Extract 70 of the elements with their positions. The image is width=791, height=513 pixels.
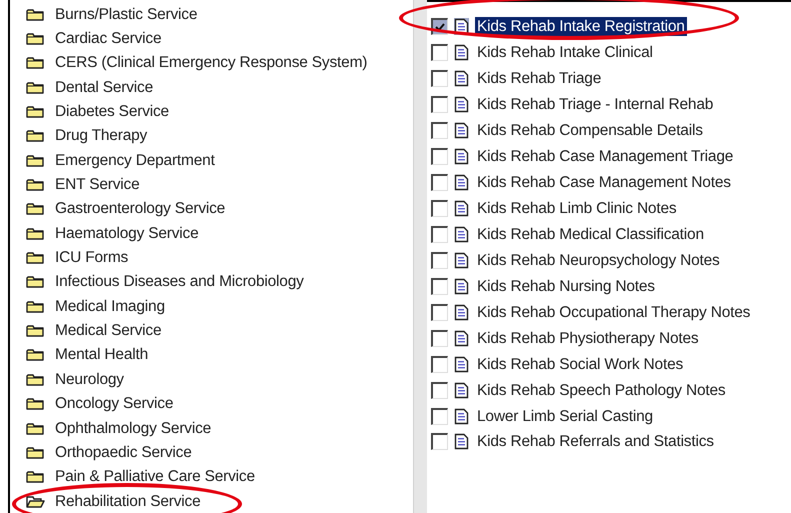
- checkbox[interactable]: [431, 70, 448, 88]
- checkbox[interactable]: [431, 226, 448, 243]
- folder-item[interactable]: Ophthalmology Service: [55, 418, 212, 438]
- form-item[interactable]: Kids Rehab Triage - Internal Rehab: [475, 95, 716, 114]
- checkbox[interactable]: [431, 304, 448, 321]
- checkbox[interactable]: [431, 433, 448, 450]
- document-icon: [454, 304, 469, 321]
- document-icon: [454, 200, 469, 218]
- checkbox[interactable]: [431, 174, 448, 192]
- checkbox[interactable]: [431, 252, 448, 269]
- folder-item[interactable]: Pain & Palliative Care Service: [55, 467, 255, 486]
- folder-item[interactable]: Medical Service: [55, 321, 162, 340]
- checkbox[interactable]: [431, 122, 448, 140]
- form-item[interactable]: Kids Rehab Compensable Details: [475, 121, 705, 140]
- document-icon: [454, 70, 469, 88]
- folder-item[interactable]: Infectious Diseases and Microbiology: [55, 272, 304, 292]
- folder-item[interactable]: Oncology Service: [55, 394, 174, 414]
- document-icon: [454, 408, 469, 425]
- folder-item[interactable]: Diabetes Service: [55, 102, 169, 122]
- checkbox[interactable]: [431, 278, 448, 295]
- checkbox[interactable]: [431, 96, 448, 114]
- checkbox[interactable]: [431, 200, 448, 218]
- folder-item[interactable]: Orthopaedic Service: [55, 442, 192, 462]
- folder-item[interactable]: Medical Imaging: [55, 296, 165, 316]
- form-item[interactable]: Kids Rehab Medical Classification: [475, 224, 706, 244]
- form-item[interactable]: Kids Rehab Speech Pathology Notes: [475, 380, 728, 400]
- folder-item[interactable]: CERS (Clinical Emergency Response System): [55, 53, 368, 72]
- document-icon: [454, 226, 469, 243]
- form-item[interactable]: Kids Rehab Social Work Notes: [475, 354, 686, 374]
- checkbox[interactable]: [431, 408, 448, 425]
- form-item[interactable]: Kids Rehab Case Management Triage: [475, 147, 736, 166]
- document-icon: [454, 330, 469, 347]
- folder-item[interactable]: ENT Service: [55, 175, 140, 194]
- folder-item[interactable]: Mental Health: [55, 345, 148, 364]
- form-item[interactable]: Kids Rehab Intake Registration: [475, 17, 687, 36]
- form-item[interactable]: Kids Rehab Limb Clinic Notes: [475, 199, 678, 218]
- folder-item[interactable]: Cardiac Service: [55, 29, 162, 48]
- document-icon: [454, 148, 469, 166]
- form-item[interactable]: Kids Rehab Case Management Notes: [475, 173, 733, 192]
- document-icon: [454, 356, 469, 373]
- form-item[interactable]: Lower Limb Serial Casting: [475, 406, 655, 426]
- form-item[interactable]: Kids Rehab Physiotherapy Notes: [475, 328, 700, 348]
- checkbox[interactable]: [431, 44, 448, 62]
- checkbox[interactable]: [431, 382, 448, 399]
- folder-item[interactable]: Rehabilitation Service: [55, 492, 201, 511]
- folder-item[interactable]: Gastroenterology Service: [55, 199, 226, 218]
- document-icon: [454, 122, 469, 140]
- document-icon: [454, 174, 469, 192]
- form-item[interactable]: Kids Rehab Nursing Notes: [475, 276, 657, 296]
- form-item[interactable]: Kids Rehab Intake Clinical: [475, 43, 655, 62]
- document-icon: [454, 252, 469, 269]
- form-item[interactable]: Kids Rehab Neuropsychology Notes: [475, 250, 722, 270]
- folder-item[interactable]: Neurology: [55, 370, 124, 389]
- folder-item[interactable]: Dental Service: [55, 78, 153, 97]
- form-item[interactable]: Kids Rehab Triage: [475, 69, 604, 88]
- form-item[interactable]: Kids Rehab Occupational Therapy Notes: [475, 302, 752, 322]
- folder-item[interactable]: Emergency Department: [55, 150, 215, 170]
- folder-item[interactable]: Haematology Service: [55, 224, 199, 243]
- document-icon: [454, 382, 469, 399]
- document-icon: [454, 44, 469, 62]
- document-icon: [454, 433, 469, 450]
- folder-item[interactable]: ICU Forms: [55, 248, 128, 268]
- folder-item[interactable]: Burns/Plastic Service: [55, 4, 198, 24]
- document-icon: [454, 96, 469, 114]
- checkbox[interactable]: [431, 148, 448, 166]
- form-item[interactable]: Kids Rehab Referrals and Statistics: [475, 432, 716, 452]
- folder-item[interactable]: Drug Therapy: [55, 126, 148, 146]
- checkbox[interactable]: [431, 330, 448, 347]
- document-icon: [454, 278, 469, 295]
- checkbox[interactable]: [431, 356, 448, 373]
